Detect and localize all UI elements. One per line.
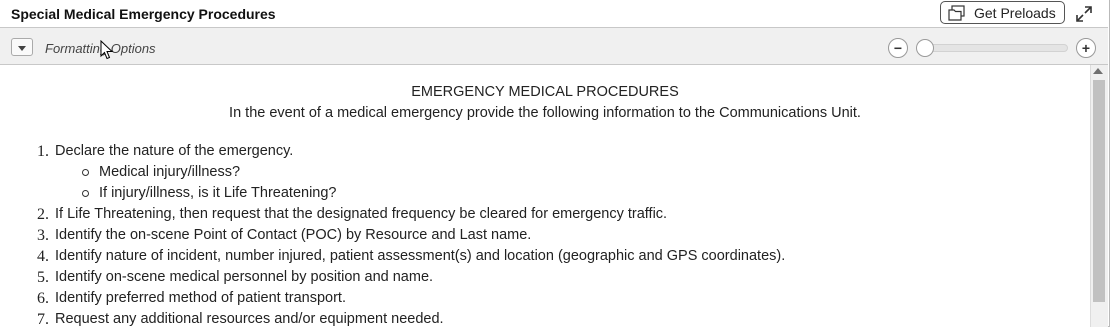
- zoom-slider-track[interactable]: [918, 44, 1068, 52]
- step-text: If Life Threatening, then request that t…: [55, 206, 668, 222]
- step-number: 4.: [37, 248, 49, 265]
- panel-title: Special Medical Emergency Procedures: [11, 6, 276, 22]
- step-number: 7.: [37, 311, 49, 327]
- zoom-in-button[interactable]: +: [1076, 38, 1096, 58]
- zoom-out-button[interactable]: −: [888, 38, 908, 58]
- scrollbar-thumb[interactable]: [1093, 80, 1105, 302]
- bullet-circle-icon: [82, 190, 89, 197]
- panel-header: Special Medical Emergency Procedures Get…: [0, 0, 1108, 28]
- step-text: Identify the on-scene Point of Contact (…: [55, 227, 532, 243]
- bullet-circle-icon: [82, 169, 89, 176]
- zoom-slider-thumb[interactable]: [916, 39, 934, 57]
- step-number: 5.: [37, 269, 49, 286]
- get-preloads-button[interactable]: Get Preloads: [940, 1, 1065, 24]
- step-text: Identify preferred method of patient tra…: [55, 290, 346, 306]
- document-title: EMERGENCY MEDICAL PROCEDURES: [411, 84, 679, 100]
- step-number: 2.: [37, 206, 49, 223]
- bullet-text: Medical injury/illness?: [99, 164, 241, 180]
- expand-arrows-icon[interactable]: [1074, 4, 1094, 24]
- step-text: Declare the nature of the emergency.: [55, 143, 294, 159]
- step-number: 6.: [37, 290, 49, 307]
- step-text: Identify nature of incident, number inju…: [55, 248, 786, 264]
- get-preloads-label: Get Preloads: [974, 4, 1056, 21]
- step-number: 1.: [37, 143, 49, 160]
- document-subtitle: In the event of a medical emergency prov…: [229, 105, 861, 121]
- chevron-down-icon: [18, 38, 26, 56]
- step-number: 3.: [37, 227, 49, 244]
- bullet-text: If injury/illness, is it Life Threatenin…: [99, 185, 337, 201]
- scroll-up-arrow-icon[interactable]: [1093, 68, 1103, 74]
- folder-stack-icon: [948, 4, 966, 21]
- formatting-dropdown-button[interactable]: [11, 38, 33, 56]
- step-text: Request any additional resources and/or …: [55, 311, 444, 327]
- formatting-toolbar: Formatting Options − +: [0, 28, 1108, 65]
- step-text: Identify on-scene medical personnel by p…: [55, 269, 434, 285]
- document-content: EMERGENCY MEDICAL PROCEDURES In the even…: [0, 65, 1090, 327]
- mouse-pointer-icon: [100, 39, 114, 60]
